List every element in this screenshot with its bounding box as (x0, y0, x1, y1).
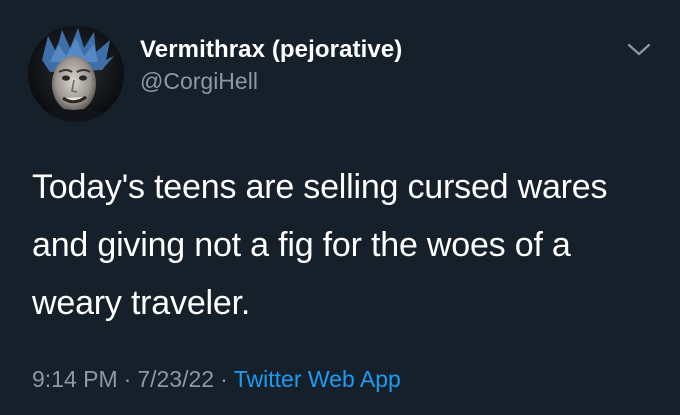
tweet-meta: 9:14 PM · 7/23/22 · Twitter Web App (32, 364, 401, 394)
avatar[interactable] (28, 26, 124, 122)
tweet-time[interactable]: 9:14 PM (32, 366, 118, 392)
chevron-down-glyph (627, 43, 651, 56)
tweet-source-link[interactable]: Twitter Web App (234, 366, 401, 392)
user-handle[interactable]: @CorgiHell (140, 66, 402, 96)
tweet-card: Vermithrax (pejorative) @CorgiHell Today… (0, 0, 680, 415)
author-info: Vermithrax (pejorative) @CorgiHell (140, 35, 402, 96)
meta-separator: · (123, 366, 132, 392)
display-name[interactable]: Vermithrax (pejorative) (140, 35, 402, 65)
tweet-text: Today's teens are selling cursed wares a… (32, 168, 608, 322)
profile-photo (28, 26, 124, 122)
meta-separator: · (220, 366, 228, 392)
chevron-down-icon[interactable] (626, 41, 652, 59)
tweet-date[interactable]: 7/23/22 (137, 366, 214, 392)
